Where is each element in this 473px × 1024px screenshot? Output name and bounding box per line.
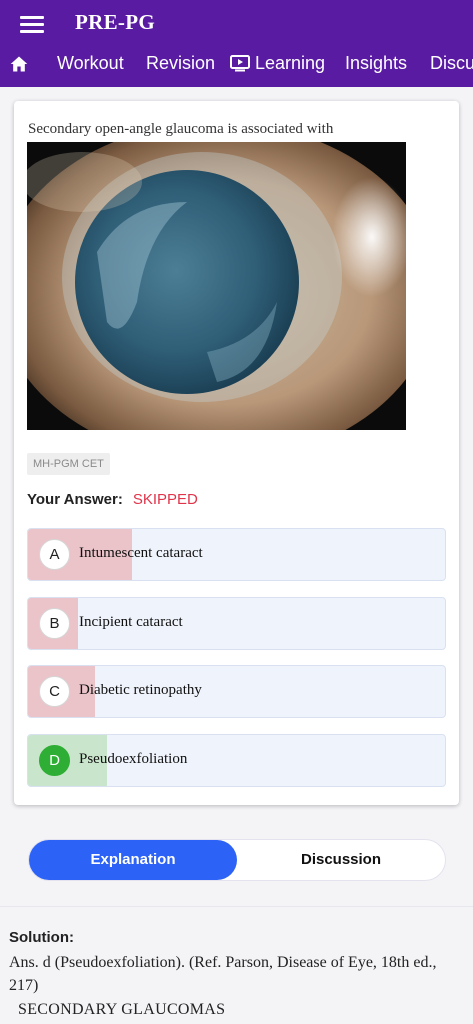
option-letter: D (39, 745, 70, 776)
option-b[interactable]: B Incipient cataract (27, 597, 446, 650)
nav-tabs: Workout Revision Learning Insights Discu (0, 42, 473, 87)
explanation-discussion-toggle: Explanation Discussion (28, 839, 446, 881)
your-answer-label: Your Answer: (27, 491, 123, 508)
tab-discussion[interactable]: Discu (430, 53, 473, 74)
your-answer: Your Answer: SKIPPED (27, 491, 198, 508)
divider (0, 906, 473, 907)
question-image[interactable] (27, 142, 406, 430)
option-text: Pseudoexfoliation (79, 751, 188, 767)
play-screen-icon (230, 55, 250, 72)
solution-text: Ans. d (Pseudoexfoliation). (Ref. Parson… (9, 954, 437, 994)
home-icon[interactable] (9, 54, 29, 74)
explanation-tab[interactable]: Explanation (29, 840, 237, 880)
option-letter: B (39, 608, 70, 639)
exam-tag: MH-PGM CET (27, 453, 110, 475)
app-title: PRE-PG (75, 10, 155, 34)
tab-learning[interactable]: Learning (230, 53, 325, 74)
tab-workout[interactable]: Workout (57, 53, 124, 74)
option-text: Intumescent cataract (79, 545, 203, 561)
question-text: Secondary open-angle glaucoma is associa… (28, 121, 334, 137)
option-text: Incipient cataract (79, 614, 183, 630)
question-card: Secondary open-angle glaucoma is associa… (14, 101, 459, 805)
option-c[interactable]: C Diabetic retinopathy (27, 665, 446, 718)
tab-insights[interactable]: Insights (345, 53, 407, 74)
discussion-tab[interactable]: Discussion (237, 840, 445, 880)
option-a[interactable]: A Intumescent cataract (27, 528, 446, 581)
tab-learning-label: Learning (255, 53, 326, 73)
option-letter: A (39, 539, 70, 570)
solution-heading: SECONDARY GLAUCOMAS (18, 1001, 226, 1018)
answer-status: SKIPPED (132, 491, 198, 508)
option-letter: C (39, 676, 70, 707)
option-text: Diabetic retinopathy (79, 682, 202, 698)
app-bar: PRE-PG Workout Revision Learning Insight… (0, 0, 473, 87)
tab-revision[interactable]: Revision (146, 53, 215, 74)
menu-icon[interactable] (20, 13, 44, 33)
option-d[interactable]: D Pseudoexfoliation (27, 734, 446, 787)
solution-label: Solution: (9, 929, 74, 946)
